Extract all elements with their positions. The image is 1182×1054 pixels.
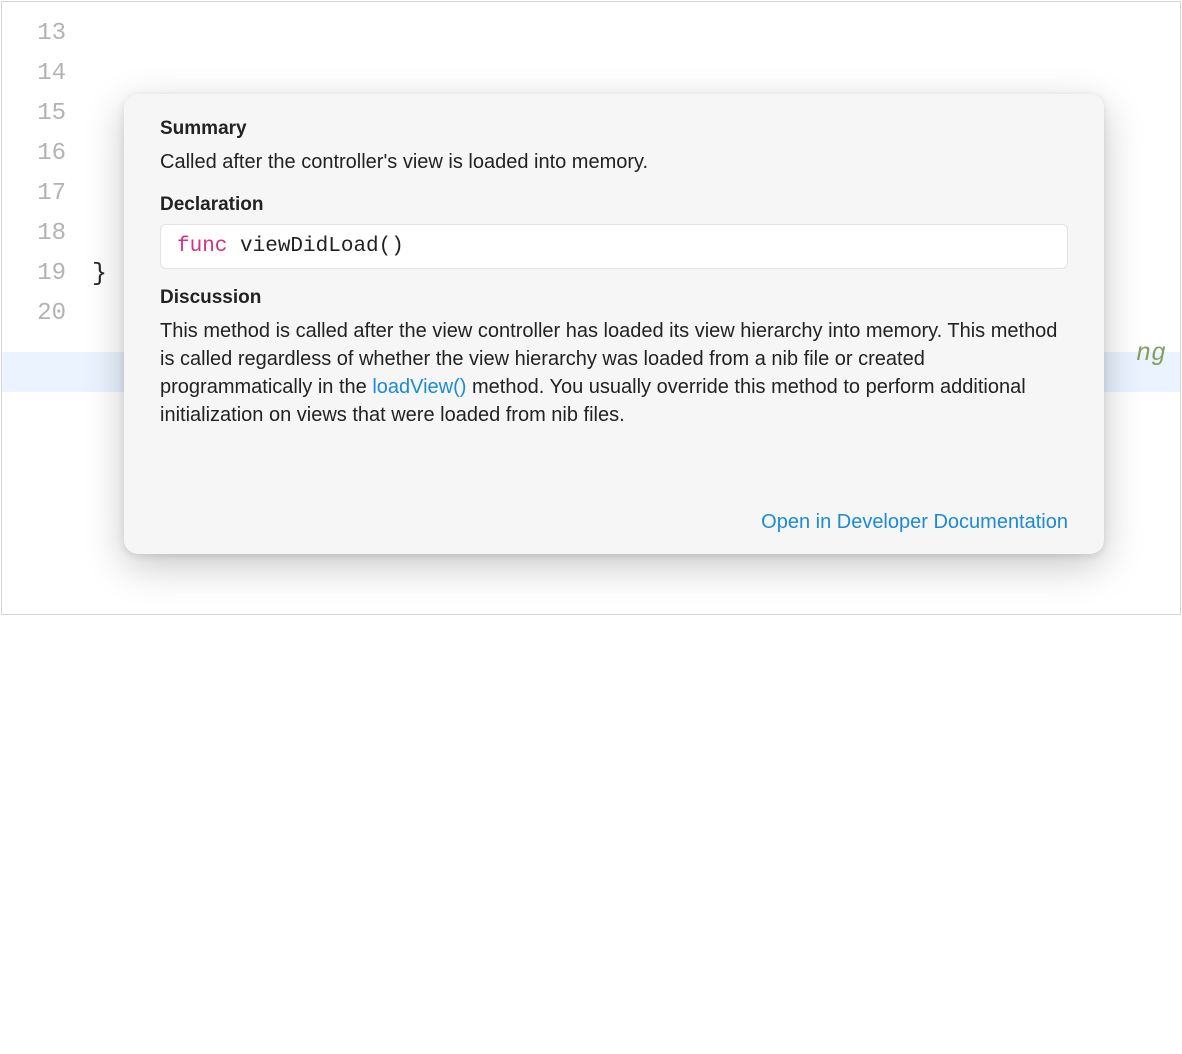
discussion-text: This method is called after the view con… xyxy=(160,317,1068,429)
declaration-keyword: func xyxy=(177,235,227,258)
quick-help-popover: Summary Called after the controller's vi… xyxy=(124,94,1104,554)
declaration-box: func viewDidLoad() xyxy=(160,224,1068,269)
line-number: 18 xyxy=(2,214,72,254)
summary-text: Called after the controller's view is lo… xyxy=(160,148,1068,176)
declaration-heading: Declaration xyxy=(160,194,1068,216)
summary-section: Summary Called after the controller's vi… xyxy=(160,118,1068,176)
loadview-link[interactable]: loadView() xyxy=(372,376,466,398)
line-number: 19 xyxy=(2,254,72,294)
code-line-17[interactable] xyxy=(92,574,1180,614)
xcode-editor-window: 13 14 15 16 17 18 19 20 override func vi… xyxy=(1,1,1181,615)
line-number: 14 xyxy=(2,54,72,94)
code-line-18[interactable] xyxy=(92,694,1180,734)
comment-fragment: ng xyxy=(1136,339,1166,368)
line-number: 13 xyxy=(2,14,72,54)
documentation-link-row: Open in Developer Documentation xyxy=(761,511,1068,534)
declaration-section: Declaration func viewDidLoad() xyxy=(160,194,1068,269)
closing-brace[interactable]: } xyxy=(92,254,107,294)
declaration-rest: viewDidLoad() xyxy=(227,235,403,258)
discussion-heading: Discussion xyxy=(160,287,1068,309)
open-documentation-link[interactable]: Open in Developer Documentation xyxy=(761,511,1068,533)
discussion-section: Discussion This method is called after t… xyxy=(160,287,1068,429)
line-number: 17 xyxy=(2,174,72,214)
summary-heading: Summary xyxy=(160,118,1068,140)
line-number: 15 xyxy=(2,94,72,134)
line-number: 20 xyxy=(2,294,72,334)
line-number: 16 xyxy=(2,134,72,174)
line-number-gutter: 13 14 15 16 17 18 19 20 xyxy=(2,14,72,334)
code-line-20[interactable] xyxy=(92,934,1180,974)
code-line-19[interactable] xyxy=(92,814,1180,854)
